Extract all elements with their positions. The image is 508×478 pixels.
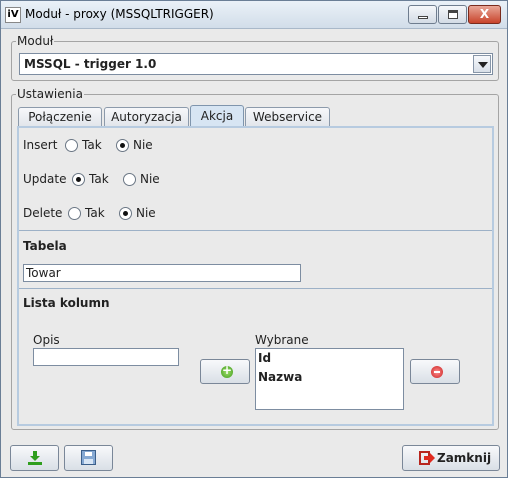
akcja-panel: Insert Tak Nie Update Tak Nie Delete Tak… — [17, 126, 494, 426]
table-field[interactable]: Towar — [23, 264, 301, 282]
minimize-button[interactable] — [408, 5, 437, 24]
module-select-value: MSSQL - trigger 1.0 — [24, 57, 157, 71]
insert-label: Insert — [23, 138, 58, 152]
maximize-button[interactable] — [438, 5, 467, 24]
divider — [19, 230, 492, 231]
save-button[interactable] — [64, 445, 113, 471]
remove-column-button[interactable] — [410, 359, 460, 384]
download-button[interactable] — [10, 445, 59, 471]
opis-label: Opis — [33, 333, 60, 347]
settings-group: Ustawienia Połączenie Autoryzacja Akcja … — [11, 87, 499, 430]
app-icon-text: iV — [7, 9, 19, 20]
close-dialog-button[interactable]: Zamknij — [402, 445, 500, 471]
delete-yes-label: Tak — [85, 206, 105, 220]
minimize-icon — [418, 16, 428, 19]
delete-label: Delete — [23, 206, 63, 220]
window-title: Moduł - proxy (MSSQLTRIGGER) — [25, 7, 214, 21]
maximize-icon — [448, 10, 458, 19]
module-group: Moduł MSSQL - trigger 1.0 — [11, 34, 499, 81]
list-item[interactable]: Id — [258, 351, 271, 365]
selected-label: Wybrane — [255, 333, 309, 347]
insert-no-radio[interactable] — [116, 139, 129, 152]
tab-webservice[interactable]: Webservice — [245, 107, 330, 126]
column-list-label: Lista kolumn — [23, 296, 110, 310]
app-logo-icon: iV — [5, 7, 21, 23]
close-icon: X — [479, 7, 490, 21]
update-no-radio[interactable] — [123, 173, 136, 186]
divider — [19, 288, 492, 289]
update-label: Update — [23, 172, 67, 186]
save-icon — [81, 450, 96, 465]
insert-yes-label: Tak — [82, 138, 102, 152]
update-yes-radio[interactable] — [72, 173, 85, 186]
selected-columns-list[interactable]: Id Nazwa — [255, 348, 404, 410]
settings-legend: Ustawienia — [16, 87, 84, 101]
tab-akcja[interactable]: Akcja — [190, 105, 244, 126]
download-icon — [28, 451, 42, 465]
tab-polaczenie[interactable]: Połączenie — [18, 107, 102, 126]
module-proxy-window: iV Moduł - proxy (MSSQLTRIGGER) X Moduł … — [0, 0, 508, 478]
update-yes-label: Tak — [89, 172, 109, 186]
exit-icon — [419, 451, 435, 465]
list-item[interactable]: Nazwa — [258, 370, 302, 384]
tab-autoryzacja[interactable]: Autoryzacja — [104, 107, 189, 126]
insert-yes-radio[interactable] — [65, 139, 78, 152]
module-legend: Moduł — [16, 34, 55, 48]
module-select[interactable]: MSSQL - trigger 1.0 — [19, 53, 493, 75]
insert-no-label: Nie — [133, 138, 153, 152]
add-column-button[interactable] — [200, 359, 250, 384]
update-no-label: Nie — [140, 172, 160, 186]
minus-icon — [431, 366, 443, 378]
opis-field[interactable] — [33, 348, 179, 366]
delete-no-label: Nie — [136, 206, 156, 220]
delete-yes-radio[interactable] — [68, 207, 81, 220]
plus-icon — [221, 363, 233, 378]
chevron-down-icon[interactable] — [473, 55, 491, 73]
close-window-button[interactable]: X — [468, 5, 501, 24]
title-bar[interactable]: iV Moduł - proxy (MSSQLTRIGGER) X — [1, 1, 507, 29]
close-dialog-label: Zamknij — [437, 451, 492, 465]
table-label: Tabela — [23, 239, 67, 253]
delete-no-radio[interactable] — [119, 207, 132, 220]
